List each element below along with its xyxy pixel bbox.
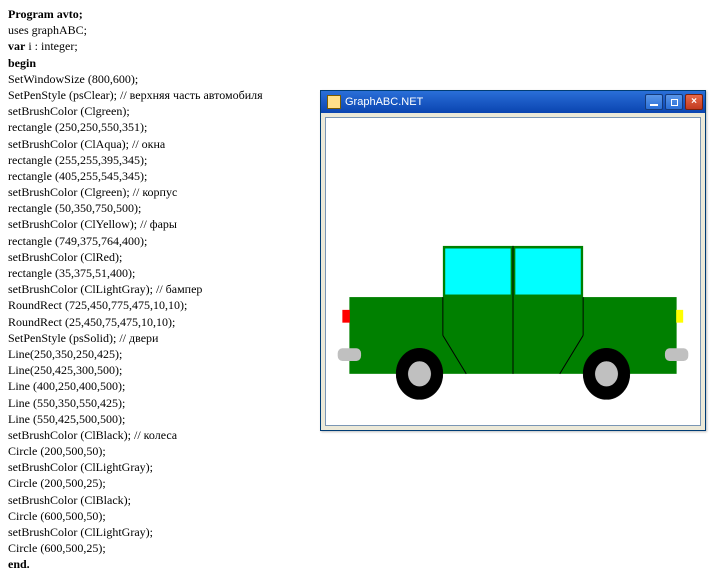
code-line: Program avto; [8, 6, 308, 22]
window-title: GraphABC.NET [345, 96, 645, 108]
code-line: Circle (200,500,25); [8, 475, 308, 491]
code-line: RoundRect (725,450,775,475,10,10); [8, 297, 308, 313]
code-line: var i : integer; [8, 38, 308, 54]
code-line: Circle (600,500,25); [8, 540, 308, 556]
car-drawing [326, 118, 700, 425]
code-line: Line (550,350,550,425); [8, 395, 308, 411]
code-line: Line (400,250,400,500); [8, 378, 308, 394]
code-line: rectangle (250,250,550,351); [8, 119, 308, 135]
code-line: RoundRect (25,450,75,475,10,10); [8, 314, 308, 330]
code-line: SetWindowSize (800,600); [8, 71, 308, 87]
code-line: rectangle (50,350,750,500); [8, 200, 308, 216]
code-line: setBrushColor (ClLightGray); [8, 459, 308, 475]
code-line: rectangle (749,375,764,400); [8, 233, 308, 249]
code-line: rectangle (35,375,51,400); [8, 265, 308, 281]
code-line: setBrushColor (ClLightGray); // бампер [8, 281, 308, 297]
code-line: setBrushColor (ClYellow); // фары [8, 216, 308, 232]
code-line: rectangle (405,255,545,345); [8, 168, 308, 184]
app-icon [327, 95, 341, 109]
source-code-pane: Program avto;uses graphABC;var i : integ… [8, 6, 308, 573]
code-line: setBrushColor (ClBlack); // колеса [8, 427, 308, 443]
code-line: setBrushColor (ClLightGray); [8, 524, 308, 540]
window-buttons: × [645, 94, 703, 110]
code-line: Line(250,350,250,425); [8, 346, 308, 362]
maximize-button[interactable] [665, 94, 683, 110]
minimize-button[interactable] [645, 94, 663, 110]
code-line: setBrushColor (ClAqua); // окна [8, 136, 308, 152]
code-line: setBrushColor (Clgreen); [8, 103, 308, 119]
code-line: Circle (200,500,50); [8, 443, 308, 459]
canvas-area [325, 117, 701, 426]
maximize-icon [671, 99, 678, 106]
code-line: Line (550,425,500,500); [8, 411, 308, 427]
graphabc-window: GraphABC.NET × [320, 90, 706, 431]
close-button[interactable]: × [685, 94, 703, 110]
minimize-icon [650, 104, 658, 106]
code-line: setBrushColor (ClBlack); [8, 492, 308, 508]
code-line: begin [8, 55, 308, 71]
code-line: SetPenStyle (psSolid); // двери [8, 330, 308, 346]
code-line: end. [8, 556, 308, 572]
code-line: setBrushColor (Clgreen); // корпус [8, 184, 308, 200]
code-line: rectangle (255,255,395,345); [8, 152, 308, 168]
code-line: Line(250,425,300,500); [8, 362, 308, 378]
close-icon: × [691, 97, 697, 107]
code-line: Circle (600,500,50); [8, 508, 308, 524]
code-line: uses graphABC; [8, 22, 308, 38]
code-line: setBrushColor (ClRed); [8, 249, 308, 265]
code-line: SetPenStyle (psClear); // верхняя часть … [8, 87, 308, 103]
titlebar[interactable]: GraphABC.NET × [321, 91, 705, 113]
